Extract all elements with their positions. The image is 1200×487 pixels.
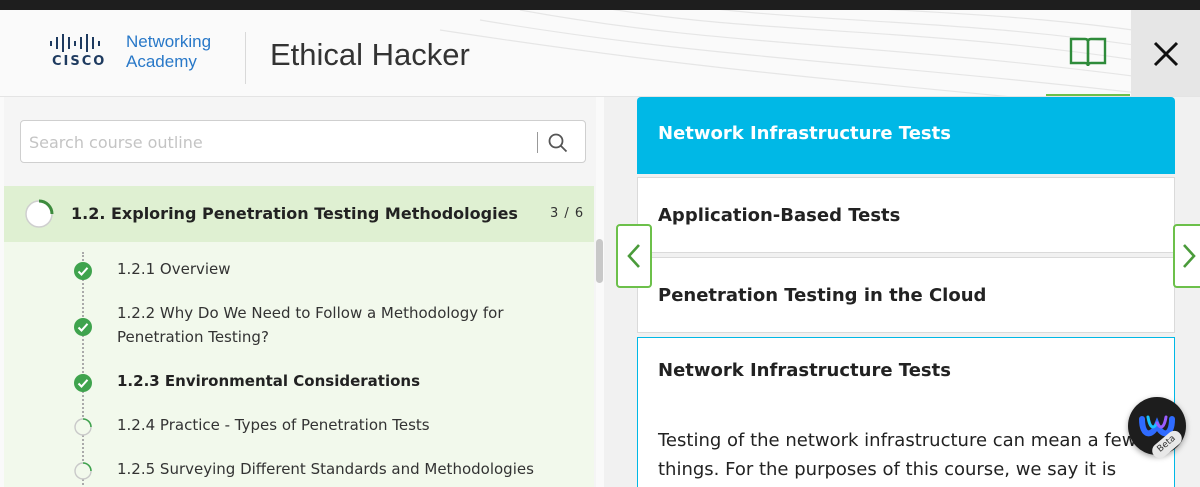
chevron-right-icon [1183,244,1196,268]
tab-content-panel: Network Infrastructure Tests Testing of … [637,337,1175,487]
course-outline-panel: 1.2. Exploring Penetration Testing Metho… [0,97,604,487]
incomplete-circle-icon [74,462,92,480]
check-circle-icon [74,374,92,392]
tab-application-based-tests[interactable]: Application-Based Tests [637,177,1175,253]
topic-connector-line [82,252,84,487]
topic-item-1-2-4[interactable]: 1.2.4 Practice - Types of Penetration Te… [117,413,557,437]
tab-label: Penetration Testing in the Cloud [658,285,987,306]
panel-body-line-1: Testing of the network infrastructure ca… [658,430,1137,451]
logo-line-1: Networking [126,32,212,51]
tab-label: Network Infrastructure Tests [658,123,951,144]
previous-button[interactable] [616,224,652,288]
panel-body-text: Testing of the network infrastructure ca… [658,426,1178,484]
check-circle-icon [74,318,92,336]
course-content-panel: Network Infrastructure Tests Application… [604,97,1200,487]
module-item-1-2[interactable]: 1.2. Exploring Penetration Testing Metho… [4,186,594,242]
topic-item-1-2-5[interactable]: 1.2.5 Surveying Different Standards and … [117,457,557,481]
book-icon [1069,37,1107,67]
app-header: CISCO Networking Academy Ethical Hacker [0,10,1200,97]
check-circle-icon [74,262,92,280]
chevron-left-icon [627,244,640,268]
close-icon [1153,41,1178,66]
course-outline-button[interactable] [1046,10,1130,96]
module-progress-count: 3 / 6 [550,206,585,221]
course-title: Ethical Hacker [270,37,470,72]
outline-scrollbar-thumb[interactable] [596,239,603,283]
cisco-bars-logo-icon [50,34,100,52]
window-top-bar [0,0,1200,10]
topic-item-1-2-1[interactable]: 1.2.1 Overview [117,257,557,281]
panel-title: Network Infrastructure Tests [658,360,951,381]
header-divider [245,32,246,84]
panel-body-line-2: things. For the purposes of this course,… [658,459,1117,480]
topic-item-1-2-2[interactable]: 1.2.2 Why Do We Need to Follow a Methodo… [117,301,557,349]
tab-penetration-testing-in-the-cloud[interactable]: Penetration Testing in the Cloud [637,257,1175,333]
logo-line-2: Academy [126,52,197,71]
cisco-networking-academy-logo[interactable]: CISCO Networking Academy [46,30,236,80]
tab-network-infrastructure-tests[interactable]: Network Infrastructure Tests [637,97,1175,174]
next-button[interactable] [1173,224,1200,288]
networking-academy-wordmark: Networking Academy [126,32,211,72]
module-progress-icon [25,199,54,228]
topic-list: 1.2.1 Overview 1.2.2 Why Do We Need to F… [4,242,594,487]
incomplete-circle-icon [74,418,92,436]
search-input[interactable] [29,129,529,155]
close-button[interactable] [1131,10,1200,96]
tab-label: Application-Based Tests [658,205,901,226]
search-box[interactable] [20,120,586,163]
search-icon[interactable] [548,133,568,153]
cisco-wordmark: CISCO [52,54,107,69]
topic-item-1-2-3-current[interactable]: 1.2.3 Environmental Considerations [117,369,557,393]
module-title: 1.2. Exploring Penetration Testing Metho… [71,204,518,223]
search-separator [537,132,538,153]
